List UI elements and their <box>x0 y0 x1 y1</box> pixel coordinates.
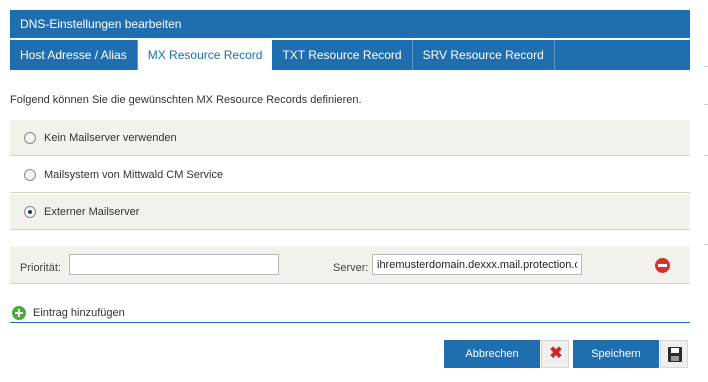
cancel-button[interactable]: Abbrechen <box>444 340 540 368</box>
radio-mittwald-mailsystem[interactable] <box>24 168 36 181</box>
server-label: Server: <box>333 262 369 274</box>
add-entry-label: Eintrag hinzufügen <box>33 307 125 319</box>
add-entry-link[interactable]: Eintrag hinzufügen <box>12 305 125 321</box>
server-input[interactable] <box>372 254 582 275</box>
edge-divider <box>704 244 708 245</box>
edge-divider <box>704 155 708 156</box>
remove-icon[interactable] <box>655 258 670 273</box>
tab-mx-resource-record[interactable]: MX Resource Record <box>137 40 273 71</box>
edge-divider <box>704 66 708 67</box>
close-icon: ✖ <box>549 345 563 362</box>
option-externer-mailserver[interactable]: Externer Mailserver <box>10 194 690 230</box>
priority-input[interactable] <box>69 254 279 275</box>
radio-externer-mailserver[interactable] <box>24 205 36 218</box>
option-kein-mailserver[interactable]: Kein Mailserver verwenden <box>10 120 690 156</box>
tab-txt-resource-record[interactable]: TXT Resource Record <box>272 40 413 70</box>
tab-host-adresse-alias[interactable]: Host Adresse / Alias <box>10 40 138 70</box>
save-button[interactable]: Speichern <box>573 340 659 368</box>
option-label: Kein Mailserver verwenden <box>44 131 177 144</box>
plus-icon <box>12 306 26 320</box>
option-label: Externer Mailserver <box>44 205 140 218</box>
tab-srv-resource-record[interactable]: SRV Resource Record <box>413 40 555 70</box>
radio-kein-mailserver[interactable] <box>24 131 36 144</box>
dialog-title-bar: DNS-Einstellungen bearbeiten <box>10 10 690 38</box>
cancel-icon-button[interactable]: ✖ <box>541 340 569 368</box>
intro-text: Folgend können Sie die gewünschten MX Re… <box>10 94 362 106</box>
save-icon-button[interactable] <box>660 340 688 368</box>
mx-record-row: Priorität: Server: <box>10 246 690 284</box>
section-divider <box>10 322 690 323</box>
floppy-disk-icon <box>668 347 682 362</box>
option-mittwald-mailsystem[interactable]: Mailsystem von Mittwald CM Service <box>10 157 690 193</box>
edge-divider <box>704 104 708 105</box>
tab-bar: Host Adresse / Alias MX Resource Record … <box>10 40 690 71</box>
option-label: Mailsystem von Mittwald CM Service <box>44 168 224 181</box>
dialog-title: DNS-Einstellungen bearbeiten <box>20 17 182 31</box>
priority-label: Priorität: <box>20 262 61 274</box>
